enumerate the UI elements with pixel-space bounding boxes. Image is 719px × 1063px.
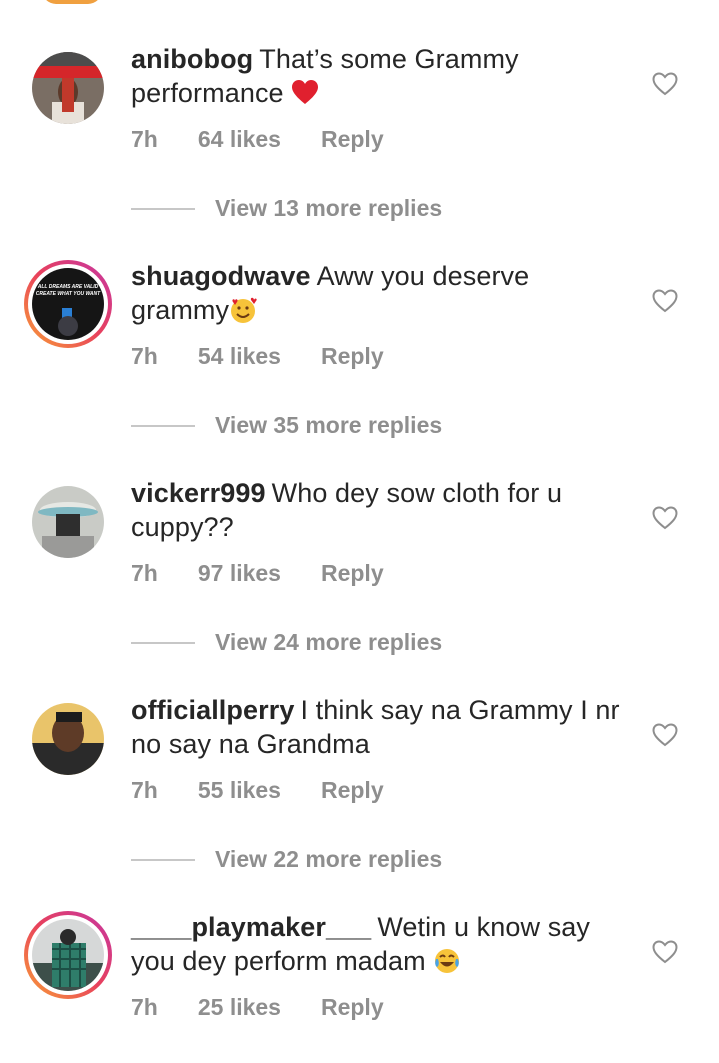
comment-meta: 7h 25 likes Reply <box>131 994 424 1021</box>
avatar[interactable] <box>32 703 104 775</box>
comment-username[interactable]: officiallperry <box>131 695 294 725</box>
heart-outline-icon[interactable] <box>652 72 678 96</box>
view-replies-label: View 24 more replies <box>215 629 443 655</box>
reply-button[interactable]: Reply <box>321 994 384 1021</box>
view-replies-button[interactable]: View 22 more replies <box>131 846 442 873</box>
avatar-story-ring[interactable]: ALL DREAMS ARE VALID CREATE WHAT YOU WAN… <box>24 260 112 348</box>
reply-button[interactable]: Reply <box>321 560 384 587</box>
avatar-image <box>32 703 104 775</box>
divider <box>131 641 195 644</box>
likes-count[interactable]: 64 likes <box>198 126 281 153</box>
avatar: ALL DREAMS ARE VALID CREATE WHAT YOU WAN… <box>32 268 104 340</box>
avatar-image <box>32 52 104 124</box>
comment-time: 7h <box>131 343 158 369</box>
avatar-image <box>32 919 104 991</box>
comment-username[interactable]: ____playmaker___ <box>131 912 371 942</box>
comment-username[interactable]: shuagodwave <box>131 261 311 291</box>
comment-meta: 7h 64 likes Reply <box>131 126 424 153</box>
divider <box>131 207 195 210</box>
comment-username[interactable]: vickerr999 <box>131 478 266 508</box>
view-replies-label: View 13 more replies <box>215 195 443 221</box>
likes-count[interactable]: 25 likes <box>198 994 281 1021</box>
comment-text: officiallperry I think say na Grammy I nr… <box>131 693 631 761</box>
reply-button[interactable]: Reply <box>321 126 384 153</box>
comment-meta: 7h 55 likes Reply <box>131 777 424 804</box>
view-replies-button[interactable]: View 13 more replies <box>131 195 442 222</box>
comment-text: vickerr999 Who dey sow cloth for u cuppy?… <box>131 476 631 544</box>
view-replies-button[interactable]: View 35 more replies <box>131 412 442 439</box>
comment-username[interactable]: anibobog <box>131 44 253 74</box>
view-replies-button[interactable]: View 24 more replies <box>131 629 442 656</box>
view-replies-label: View 35 more replies <box>215 412 443 438</box>
heart-outline-icon[interactable] <box>652 289 678 313</box>
comment-text: shuagodwave Aww you deserve grammy <box>131 259 631 327</box>
comment-time: 7h <box>131 777 158 803</box>
heart-outline-icon[interactable] <box>652 506 678 530</box>
comment-text: anibobog That’s some Grammy performance <box>131 42 631 110</box>
likes-count[interactable]: 54 likes <box>198 343 281 370</box>
heart-outline-icon[interactable] <box>652 940 678 964</box>
avatar <box>32 919 104 991</box>
previous-avatar-ring <box>42 0 102 4</box>
avatar[interactable] <box>32 52 104 124</box>
reply-button[interactable]: Reply <box>321 777 384 804</box>
avatar[interactable] <box>32 486 104 558</box>
comment-meta: 7h 97 likes Reply <box>131 560 424 587</box>
avatar-story-ring[interactable] <box>24 911 112 999</box>
heart-outline-icon[interactable] <box>652 723 678 747</box>
avatar-image <box>32 486 104 558</box>
comment-time: 7h <box>131 126 158 152</box>
avatar-text: ALL DREAMS ARE VALID <box>37 284 99 290</box>
comment-time: 7h <box>131 994 158 1020</box>
likes-count[interactable]: 55 likes <box>198 777 281 804</box>
avatar-image: ALL DREAMS ARE VALID CREATE WHAT YOU WAN… <box>32 268 104 340</box>
smiling-face-with-hearts-emoji <box>231 297 257 323</box>
comment-meta: 7h 54 likes Reply <box>131 343 424 370</box>
comment-time: 7h <box>131 560 158 586</box>
reply-button[interactable]: Reply <box>321 343 384 370</box>
view-replies-label: View 22 more replies <box>215 846 443 872</box>
likes-count[interactable]: 97 likes <box>198 560 281 587</box>
divider <box>131 424 195 427</box>
red-heart-emoji <box>292 80 319 104</box>
avatar-text: CREATE WHAT YOU WANT <box>36 291 101 297</box>
tears-of-joy-emoji <box>435 949 460 973</box>
comment-text: ____playmaker___ Wetin u know say you dey… <box>131 910 631 978</box>
divider <box>131 858 195 861</box>
